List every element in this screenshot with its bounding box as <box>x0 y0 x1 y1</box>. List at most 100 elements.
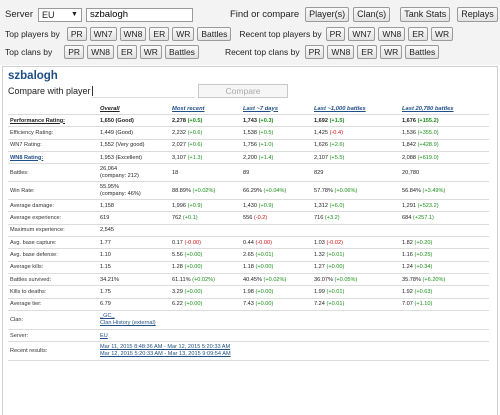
stat-cell: 1,842 (+428.9) <box>400 139 489 152</box>
replays-button[interactable]: Replays <box>457 7 498 22</box>
server-link[interactable]: EU <box>100 333 108 339</box>
recent-top-players-wn7-button[interactable]: WN7 <box>348 27 376 41</box>
clan-tag-link[interactable]: _GC_ <box>100 313 115 319</box>
stat-cell: 35.78% (+6.20%) <box>400 273 489 287</box>
column-header[interactable]: Last ~7 days <box>241 103 312 115</box>
player-search-input[interactable] <box>85 7 193 22</box>
top-clans-er-button[interactable]: ER <box>116 45 137 59</box>
stat-cell: 57.78% (+0.06%) <box>312 181 400 201</box>
stat-cell: 26,064 (company: 212) <box>98 163 170 183</box>
top-players-wn7-button[interactable]: WN7 <box>89 27 117 41</box>
stat-delta: (+523.2) <box>417 202 439 209</box>
column-header[interactable]: Last 20,780 battles <box>400 103 489 115</box>
stat-delta: (+0.5) <box>187 117 203 124</box>
stat-cell: 1.77 <box>98 236 170 250</box>
stat-value: 2,278 <box>172 117 188 124</box>
stat-delta: (+0.02%) <box>192 187 216 194</box>
stat-delta: (+5.5) <box>329 154 345 161</box>
stat-value: 2.65 <box>243 252 256 259</box>
stat-value: 1,312 <box>314 202 330 209</box>
stat-delta: (+0.9) <box>187 202 203 209</box>
player-stats-table: Overall Most recent Last ~7 days Last ~1,00… <box>8 103 489 362</box>
top-players-wn8-button[interactable]: WN8 <box>119 27 147 41</box>
stat-delta: (+0.20) <box>414 239 433 246</box>
stat-value: 1.18 <box>243 264 256 271</box>
top-players-er-button[interactable]: ER <box>149 27 170 41</box>
stat-cell: 1.16 (+0.25) <box>400 248 489 262</box>
recent-top-players-pr-button[interactable]: PR <box>325 27 346 41</box>
stat-value: 61.11% <box>172 276 193 283</box>
stat-delta: (+0.06%) <box>334 187 358 194</box>
recent-top-players-er-button[interactable]: ER <box>408 27 429 41</box>
stat-delta: (+0.04%) <box>263 187 287 194</box>
stat-value: 1,996 <box>172 202 188 209</box>
tank-stats-button[interactable]: Tank Stats <box>400 7 451 22</box>
recent-top-clans-pr-button[interactable]: PR <box>304 45 325 59</box>
stat-cell: 1,536 (+355.0) <box>400 126 489 140</box>
top-clans-wr-button[interactable]: WR <box>139 45 162 59</box>
stat-value: 0.44 <box>243 239 256 246</box>
stat-cell: 1,650 (Good) <box>98 114 170 128</box>
clan-history-link[interactable]: Clan History (external) <box>100 320 156 326</box>
stat-delta: (+0.63) <box>414 288 433 295</box>
top-players-pr-button[interactable]: PR <box>66 27 87 41</box>
stat-delta: (+0.01) <box>326 301 345 308</box>
column-header[interactable]: Most recent <box>170 103 241 115</box>
stat-delta: (+0.00) <box>255 288 274 295</box>
stats-row: Average tier: 6.79 6.22 (+0.00) 7.43 (+0.00… <box>8 298 489 311</box>
stat-delta: (+0.1) <box>182 215 198 222</box>
stat-delta: (+0.9) <box>258 202 274 209</box>
stat-cell: Mar 11, 2015 8:48:36 AM - Mar 12, 2015 5… <box>98 341 489 362</box>
stats-row: Average experience: 619 762 (+0.1) 556 (-0.… <box>8 211 489 225</box>
stat-delta: (+355.0) <box>417 129 439 136</box>
stat-label[interactable]: WN8 Rating: <box>8 151 98 165</box>
compare-button[interactable]: Compare <box>198 84 288 98</box>
top-players-battles-button[interactable]: Battles <box>197 27 232 41</box>
stat-value: 89 <box>243 169 250 176</box>
stat-cell: 7.24 (+0.01) <box>312 298 400 311</box>
stat-value: 1.98 <box>243 288 256 295</box>
stat-cell: 88.89% (+0.02%) <box>170 181 241 201</box>
top-clans-wn8-button[interactable]: WN8 <box>87 45 114 59</box>
stat-cell: 0.44 (-0.00) <box>241 236 312 250</box>
stat-value: 1.24 <box>402 264 415 271</box>
recent-result-link[interactable]: Mar 12, 2015 5:20:33 AM - Mar 13, 2015 9… <box>100 351 231 357</box>
recent-top-clans-er-button[interactable]: ER <box>357 45 378 59</box>
stat-value: 716 <box>314 215 325 222</box>
stat-value: 26,064 <box>100 165 118 172</box>
recent-result-link[interactable]: Mar 11, 2015 8:48:36 AM - Mar 12, 2015 5… <box>100 344 230 350</box>
stat-delta: (+1.0) <box>258 142 274 149</box>
stat-delta: (+0.00) <box>255 264 274 271</box>
stat-value: 829 <box>314 169 324 176</box>
stat-cell: 1,425 (-0.4) <box>312 126 400 140</box>
stat-value: 684 <box>402 215 413 222</box>
recent-top-players-wr-button[interactable]: WR <box>431 27 454 41</box>
stat-label: Kills to deaths: <box>8 285 98 299</box>
recent-top-clans-battles-button[interactable]: Battles <box>405 45 440 59</box>
find-players-button[interactable]: Player(s) <box>305 7 350 22</box>
stat-label: Avg. base defense: <box>8 248 98 262</box>
stats-row: Clan: _GC_ Clan History (external) <box>8 310 489 330</box>
stat-cell: 1,996 (+0.9) <box>170 199 241 213</box>
stat-delta: (+0.00) <box>184 252 203 259</box>
top-clans-battles-button[interactable]: Battles <box>164 45 199 59</box>
recent-top-clans-wr-button[interactable]: WR <box>380 45 403 59</box>
server-select[interactable]: EU ▼ <box>37 7 82 22</box>
stat-cell: 3,107 (+1.3) <box>170 151 241 165</box>
column-header[interactable]: Last ~1,000 battles <box>312 103 400 115</box>
top-players-wr-button[interactable]: WR <box>172 27 195 41</box>
stat-delta: (-0.02) <box>326 239 343 246</box>
stat-value: 1.99 <box>314 288 327 295</box>
stats-row: Battles: 26,064 (company: 212) 18 89 829 20,78… <box>8 163 489 183</box>
top-clans-pr-button[interactable]: PR <box>64 45 85 59</box>
find-clans-button[interactable]: Clan(s) <box>353 7 391 22</box>
recent-top-clans-wn8-button[interactable]: WN8 <box>327 45 355 59</box>
stat-cell: 1,312 (+6.0) <box>312 199 400 213</box>
compare-player-input[interactable] <box>91 97 195 98</box>
stat-label: Server: <box>8 329 98 343</box>
stat-cell: 1.32 (+0.01) <box>312 248 400 262</box>
stats-row: Recent results: Mar 11, 2015 8:48:36 AM -… <box>8 341 489 362</box>
recent-top-players-wn8-button[interactable]: WN8 <box>378 27 406 41</box>
stat-value: 1,158 <box>100 202 114 209</box>
stat-delta: (+0.05%) <box>334 276 358 283</box>
